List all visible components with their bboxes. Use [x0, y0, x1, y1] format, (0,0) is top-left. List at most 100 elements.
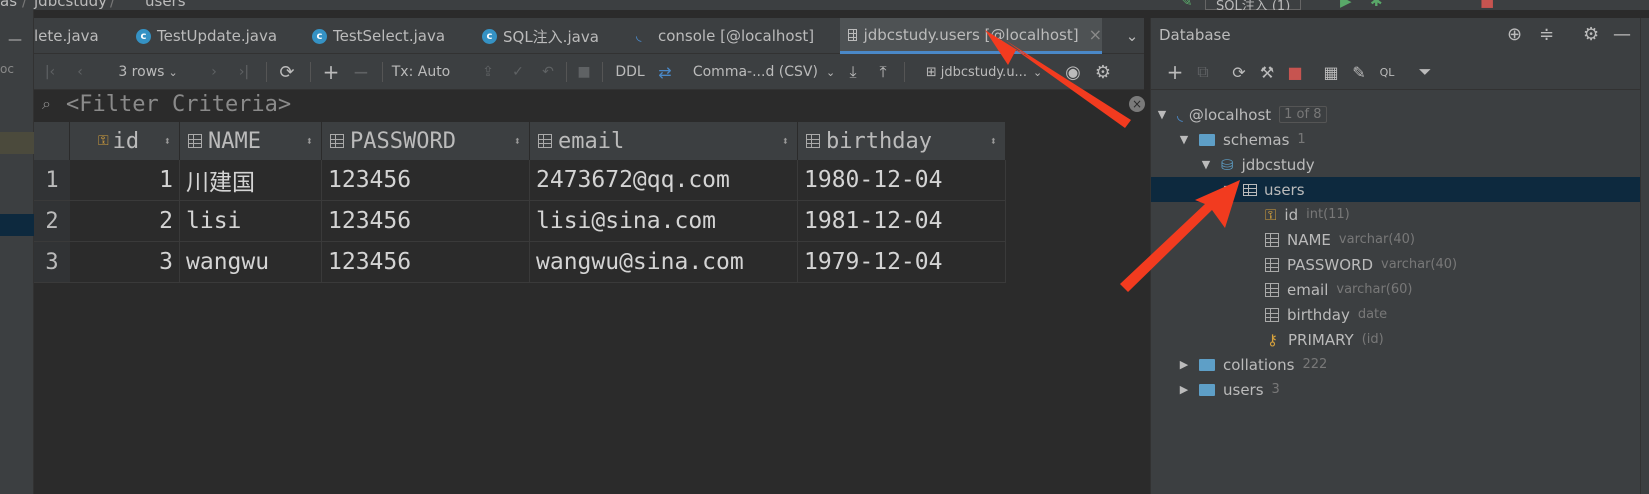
compare-icon[interactable]: ⇄	[652, 54, 678, 90]
cell-id[interactable]: 1	[70, 160, 180, 201]
transaction-mode-select[interactable]: Tx: Auto	[390, 54, 452, 90]
next-page-icon[interactable]: ›	[204, 54, 224, 90]
cell-id[interactable]: 3	[70, 242, 180, 283]
tab-console[interactable]: ◟ console [@localhost]	[628, 18, 828, 54]
tab-jdbcstudy-users[interactable]: jdbcstudy.users [@localhost] ×	[840, 18, 1102, 54]
refresh-icon[interactable]: ⟳	[274, 54, 300, 90]
cell-password[interactable]: 123456	[322, 242, 530, 283]
tree-node-column[interactable]: ⚿ id int(11)	[1151, 202, 1641, 227]
tree-node-users-folder[interactable]: ▶ users 3	[1151, 377, 1641, 402]
clear-icon[interactable]: ×	[1129, 96, 1145, 112]
sort-icon[interactable]: ⬍	[514, 134, 521, 148]
duplicate-icon[interactable]: ⧉	[1191, 60, 1215, 84]
debug-icon[interactable]: ✱	[1370, 0, 1383, 10]
disconnect-icon[interactable]: ■	[1283, 60, 1307, 84]
tree-node-schemas[interactable]: ▼ schemas 1	[1151, 127, 1641, 152]
tree-node-index[interactable]: ⚷ PRIMARY (id)	[1151, 327, 1641, 352]
properties-icon[interactable]: ⚒	[1255, 60, 1279, 84]
tree-node-column[interactable]: birthday date	[1151, 302, 1641, 327]
filter-input[interactable]: <Filter Criteria>	[66, 92, 291, 117]
tab-testselect-java[interactable]: c TestSelect.java	[304, 18, 469, 54]
row-number[interactable]: 2	[34, 201, 70, 242]
last-page-icon[interactable]: ›|	[232, 54, 256, 90]
tree-node-collations[interactable]: ▶ collations 222	[1151, 352, 1641, 377]
tab-delete-java[interactable]: lete.java	[34, 18, 124, 54]
sort-icon[interactable]: ⬍	[306, 134, 313, 148]
row-number[interactable]: 1	[34, 160, 70, 201]
run-config-select[interactable]: SQL注入 (1)	[1205, 0, 1302, 10]
cell-birthday[interactable]: 1980-12-04	[798, 160, 1006, 201]
cell-name[interactable]: lisi	[180, 201, 322, 242]
sort-icon[interactable]: ⬍	[164, 134, 171, 148]
breadcrumb-item[interactable]: as	[0, 0, 17, 10]
column-header-password[interactable]: PASSWORD ⬍	[322, 122, 530, 160]
edit-icon[interactable]: ✎	[1347, 60, 1371, 84]
filter-bar[interactable]: ⌕ <Filter Criteria> ×	[34, 90, 1145, 120]
delete-row-icon[interactable]: −	[350, 54, 372, 90]
column-header-email[interactable]: email ⬍	[530, 122, 798, 160]
collapsed-triangle-icon[interactable]: ▶	[1177, 383, 1191, 396]
cell-birthday[interactable]: 1979-12-04	[798, 242, 1006, 283]
close-icon[interactable]: ×	[1089, 25, 1102, 44]
previous-page-icon[interactable]: ‹	[70, 54, 90, 90]
upload-icon[interactable]: ⤒	[872, 54, 894, 90]
tabs-overflow-chevron-icon[interactable]: ⌄	[1120, 18, 1144, 54]
tree-node-column[interactable]: email varchar(60)	[1151, 277, 1641, 302]
cell-name[interactable]: 川建国	[180, 160, 322, 201]
hammer-icon[interactable]: ✎	[1180, 0, 1193, 10]
tab-sql-injection-java[interactable]: c SQL注入.java	[474, 18, 624, 54]
column-header-id[interactable]: ⚿ id ⬍	[70, 122, 180, 160]
expanded-triangle-icon[interactable]: ▼	[1221, 183, 1235, 196]
cell-password[interactable]: 123456	[322, 160, 530, 201]
expanded-triangle-icon[interactable]: ▼	[1155, 108, 1169, 121]
download-icon[interactable]: ⤓	[842, 54, 864, 90]
sort-icon[interactable]: ⬍	[782, 134, 789, 148]
rows-count-select[interactable]: 3 rows ⌄	[100, 54, 196, 90]
table-view-icon[interactable]: ▦	[1319, 60, 1343, 84]
cell-birthday[interactable]: 1981-12-04	[798, 201, 1006, 242]
first-page-icon[interactable]: |‹	[40, 54, 60, 90]
collapse-all-icon[interactable]: ≑	[1539, 24, 1554, 45]
expanded-triangle-icon[interactable]: ▼	[1199, 158, 1213, 171]
export-format-select[interactable]: Comma-...d (CSV) ⌄	[693, 54, 835, 90]
expanded-triangle-icon[interactable]: ▼	[1177, 133, 1191, 146]
cell-id[interactable]: 2	[70, 201, 180, 242]
refresh-icon[interactable]: ⟳	[1227, 60, 1251, 84]
sort-icon[interactable]: ⬍	[990, 134, 997, 148]
hide-panel-icon[interactable]: —	[1613, 24, 1631, 45]
breadcrumb-item[interactable]: jdbcstudy	[34, 0, 107, 10]
tree-node-users-table[interactable]: ▼ users	[1151, 177, 1641, 202]
collapsed-triangle-icon[interactable]: ▶	[1177, 358, 1191, 371]
cell-password[interactable]: 123456	[322, 201, 530, 242]
console-icon[interactable]: QL	[1375, 60, 1399, 84]
run-icon[interactable]: ▶	[1340, 0, 1352, 10]
filter-icon[interactable]: ⏷	[1413, 60, 1437, 84]
view-icon[interactable]: ◉	[1060, 54, 1086, 90]
ddl-button[interactable]: DDL	[610, 54, 650, 90]
tree-node-jdbcstudy[interactable]: ▼ ⛁ jdbcstudy	[1151, 152, 1641, 177]
column-header-birthday[interactable]: birthday ⬍	[798, 122, 1006, 160]
cell-email[interactable]: wangwu@sina.com	[530, 242, 798, 283]
stop-icon[interactable]: ■	[1480, 0, 1494, 10]
minimize-icon[interactable]: —	[8, 32, 22, 48]
breadcrumb-item[interactable]: users	[145, 0, 186, 10]
rollback-icon[interactable]: ↶	[538, 54, 558, 90]
cell-email[interactable]: 2473672@qq.com	[530, 160, 798, 201]
cancel-query-icon[interactable]: ■	[574, 54, 594, 90]
row-number[interactable]: 3	[34, 242, 70, 283]
add-datasource-icon[interactable]: +	[1163, 60, 1187, 84]
cell-email[interactable]: lisi@sina.com	[530, 201, 798, 242]
column-header-name[interactable]: NAME ⬍	[180, 122, 322, 160]
add-row-icon[interactable]: +	[320, 54, 342, 90]
datasource-select[interactable]: ⊞ jdbcstudy.u... ⌄	[914, 54, 1054, 90]
submit-icon[interactable]: ⇪	[478, 54, 498, 90]
tree-node-host[interactable]: ▼ ◟ @localhost 1 of 8	[1151, 102, 1641, 127]
gear-icon[interactable]: ⚙	[1090, 54, 1116, 90]
commit-icon[interactable]: ✓	[508, 54, 528, 90]
tree-node-column[interactable]: PASSWORD varchar(40)	[1151, 252, 1641, 277]
locate-icon[interactable]: ⊕	[1507, 24, 1522, 45]
gear-icon[interactable]: ⚙	[1583, 24, 1599, 45]
tab-testupdate-java[interactable]: c TestUpdate.java	[130, 18, 300, 54]
cell-name[interactable]: wangwu	[180, 242, 322, 283]
tree-node-column[interactable]: NAME varchar(40)	[1151, 227, 1641, 252]
